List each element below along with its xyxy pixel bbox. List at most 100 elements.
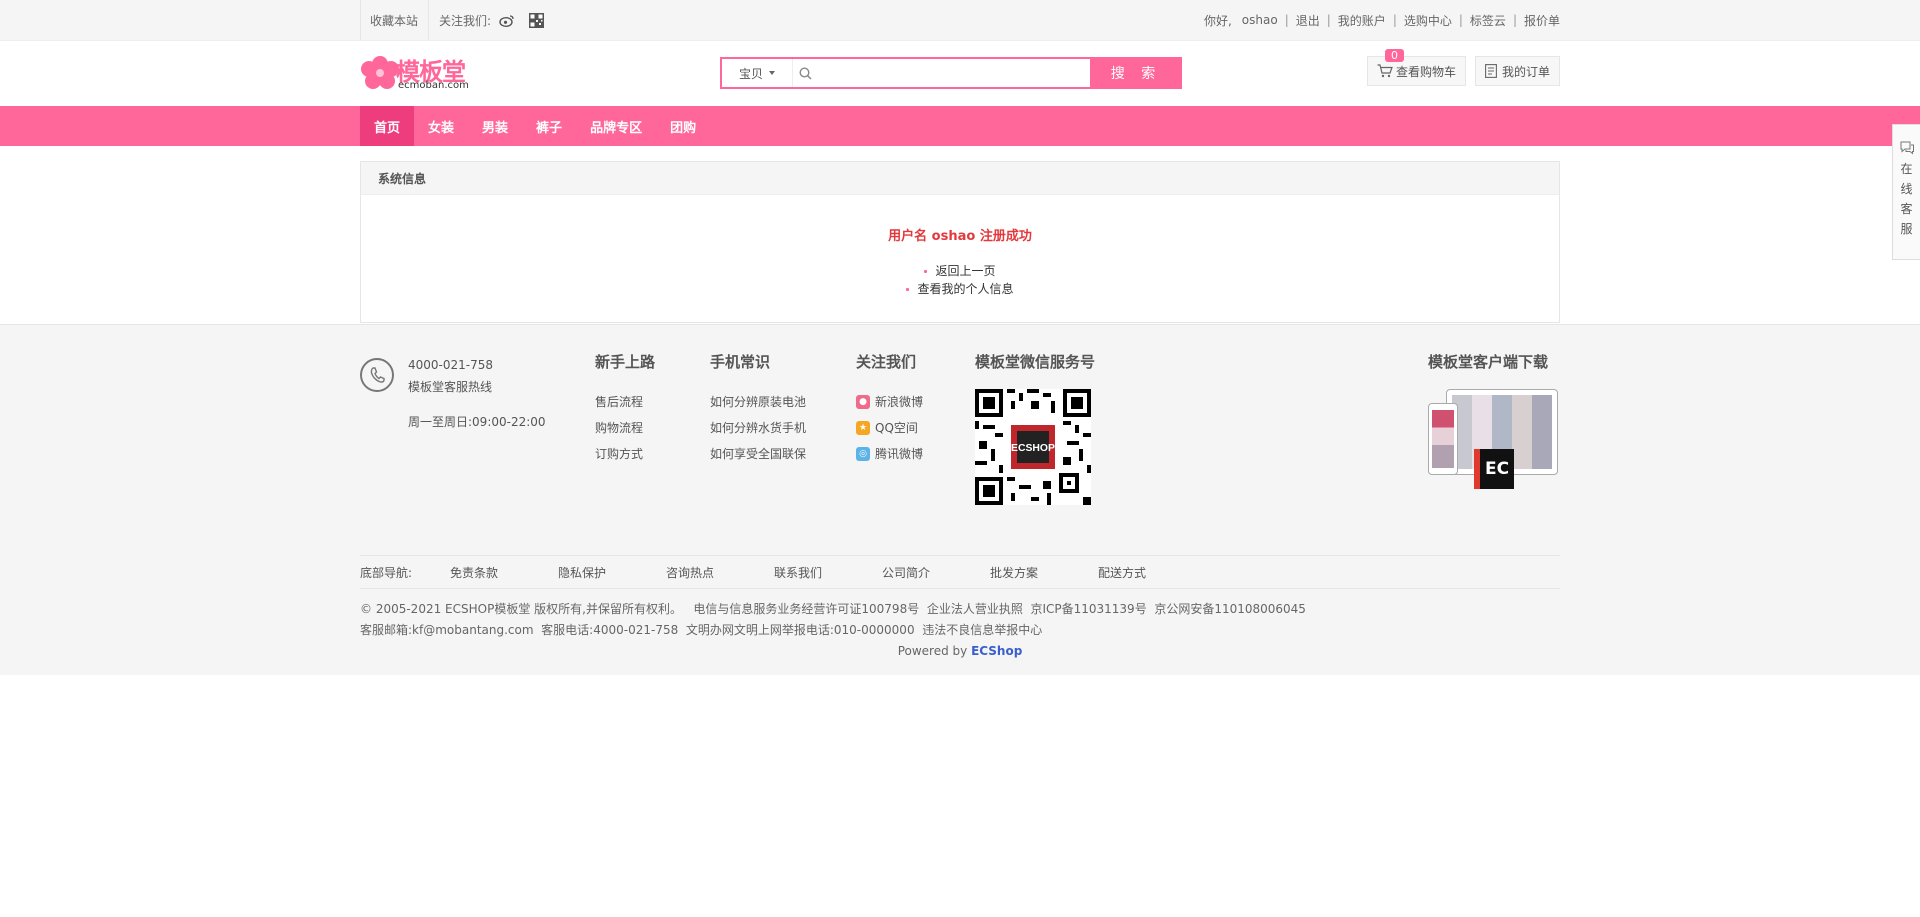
- footer-col-title: 关注我们: [856, 353, 917, 371]
- weibo-icon: ●: [856, 395, 870, 409]
- follow-us: 关注我们:: [428, 0, 554, 40]
- bottom-nav-label: 底部导航:: [360, 565, 413, 580]
- bookmark-link[interactable]: 收藏本站: [360, 0, 428, 40]
- footer-col-client: 模板堂客户端下载 EC: [1428, 351, 1560, 489]
- footer-link-warranty[interactable]: 如何享受全国联保: [710, 441, 806, 467]
- ecshop-link[interactable]: ECShop: [971, 644, 1022, 658]
- powered-by: Powered by ECShop: [360, 641, 1560, 662]
- bottom-nav-privacy[interactable]: 隐私保护: [558, 564, 666, 581]
- search-button[interactable]: 搜 索: [1090, 57, 1182, 89]
- my-orders-label: 我的订单: [1502, 64, 1551, 79]
- copyright-line-1: © 2005-2021 ECSHOP模板堂 版权所有,并保留所有权利。 电信与信…: [360, 602, 1306, 616]
- ec-badge-text: EC: [1484, 459, 1510, 479]
- powered-by-prefix: Powered by: [897, 644, 972, 658]
- my-account-link[interactable]: 我的账户: [1338, 12, 1386, 29]
- footer-link-qzone[interactable]: ★ QQ空间: [856, 415, 923, 441]
- separator: |: [1284, 13, 1289, 27]
- bottom-nav-hot-topics[interactable]: 咨询热点: [666, 564, 774, 581]
- footer-col-title: 新手上路: [595, 353, 656, 371]
- footer-link-battery[interactable]: 如何分辨原装电池: [710, 389, 806, 415]
- view-cart-button[interactable]: 0 查看购物车: [1367, 49, 1466, 86]
- my-orders-button[interactable]: 我的订单: [1475, 56, 1560, 86]
- footer-link-sina-weibo[interactable]: ● 新浪微博: [856, 389, 923, 415]
- quote-list-link[interactable]: 报价单: [1524, 12, 1560, 29]
- registration-success-message: 用户名 oshao 注册成功: [888, 229, 1032, 244]
- service-hours: 周一至周日:09:00-22:00: [408, 415, 546, 429]
- search-bar: 宝贝 搜 索: [720, 57, 1182, 89]
- tag-cloud-link[interactable]: 标签云: [1470, 12, 1506, 29]
- sina-weibo-label: 新浪微博: [875, 395, 924, 409]
- nav-item-group-buy[interactable]: 团购: [656, 106, 710, 146]
- shopping-center-link[interactable]: 选购中心: [1404, 12, 1452, 29]
- search-category-label: 宝贝: [738, 66, 763, 81]
- online-service-char: 线: [1900, 182, 1913, 196]
- nav-item-home[interactable]: 首页: [360, 106, 415, 146]
- online-service-char: 服: [1900, 222, 1913, 236]
- list-item: 返回上一页: [361, 262, 1559, 280]
- qrcode-icon[interactable]: [529, 12, 545, 28]
- site-logo[interactable]: 模板堂 ecmoban.com: [360, 53, 470, 95]
- bottom-nav-contact[interactable]: 联系我们: [774, 564, 882, 581]
- phone-image: [1428, 403, 1458, 475]
- tencent-weibo-label: 腾讯微博: [875, 447, 924, 461]
- wechat-qrcode: ECSHOP: [975, 389, 1091, 505]
- phone-icon: [360, 358, 394, 392]
- view-cart-label: 查看购物车: [1396, 64, 1457, 79]
- search-icon: [799, 66, 812, 80]
- header: 模板堂 ecmoban.com 宝贝 搜 索 0 查看购物车 我的订单: [0, 41, 1920, 106]
- greeting: 你好,: [1203, 13, 1232, 28]
- nav-item-men[interactable]: 男装: [468, 106, 522, 146]
- logout-link[interactable]: 退出: [1296, 12, 1320, 29]
- copyright: © 2005-2021 ECSHOP模板堂 版权所有,并保留所有权利。 电信与信…: [360, 599, 1560, 662]
- footer-col-phone-tips: 手机常识 如何分辨原装电池 如何分辨水货手机 如何享受全国联保: [710, 351, 806, 467]
- online-service-tab[interactable]: 在 线 客 服: [1892, 124, 1920, 260]
- footer-col-newbie: 新手上路 售后流程 购物流程 订购方式: [595, 351, 655, 467]
- online-service-char: 客: [1900, 202, 1913, 216]
- client-devices-image[interactable]: EC: [1428, 389, 1560, 489]
- footer-col-follow: 关注我们 ● 新浪微博 ★ QQ空间 ◎ 腾讯微博: [856, 351, 923, 467]
- username-link[interactable]: oshao: [1242, 13, 1278, 27]
- footer-link-after-sales[interactable]: 售后流程: [595, 389, 655, 415]
- qzone-label: QQ空间: [875, 421, 918, 435]
- footer-col-title: 手机常识: [710, 353, 771, 371]
- online-service-char: 在: [1900, 162, 1913, 176]
- footer-col-title: 模板堂客户端下载: [1428, 353, 1549, 371]
- separator: |: [1392, 13, 1397, 27]
- footer-link-grey-market[interactable]: 如何分辨水货手机: [710, 415, 806, 441]
- separator: |: [1326, 13, 1331, 27]
- main-nav: 首页 女装 男装 裤子 品牌专区 团购: [0, 106, 1920, 146]
- chevron-down-icon: [769, 71, 775, 75]
- hotline-number: 4000-021-758: [408, 358, 494, 372]
- tencent-weibo-icon: ◎: [856, 447, 870, 461]
- go-back-link[interactable]: 返回上一页: [935, 264, 995, 278]
- next-action-list: 返回上一页 查看我的个人信息: [361, 262, 1559, 298]
- cart-count-badge: 0: [1385, 49, 1404, 62]
- bottom-nav-delivery[interactable]: 配送方式: [1098, 564, 1206, 581]
- nav-item-pants[interactable]: 裤子: [522, 106, 576, 146]
- nav-item-women[interactable]: 女装: [414, 106, 468, 146]
- search-category-select[interactable]: 宝贝: [722, 59, 793, 87]
- bullet-icon: [906, 288, 910, 291]
- weibo-icon[interactable]: [499, 14, 515, 27]
- qzone-icon: ★: [856, 421, 870, 435]
- cart-icon: [1377, 64, 1393, 78]
- svg-text:ECSHOP: ECSHOP: [1011, 443, 1055, 454]
- user-links: 你好, oshao | 退出 | 我的账户 | 选购中心 | 标签云 | 报价单: [1204, 12, 1560, 29]
- list-item: 查看我的个人信息: [361, 280, 1559, 298]
- footer-link-tencent-weibo[interactable]: ◎ 腾讯微博: [856, 441, 923, 467]
- separator: |: [1458, 13, 1463, 27]
- footer-col-wechat: 模板堂微信服务号 ECSHOP: [975, 351, 1095, 505]
- bottom-nav-disclaimer[interactable]: 免责条款: [450, 564, 558, 581]
- footer-col-title: 模板堂微信服务号: [975, 353, 1096, 371]
- nav-item-brands[interactable]: 品牌专区: [576, 106, 656, 146]
- footer-link-shopping-flow[interactable]: 购物流程: [595, 415, 655, 441]
- bottom-nav-wholesale[interactable]: 批发方案: [990, 564, 1098, 581]
- footer-link-order-method[interactable]: 订购方式: [595, 441, 655, 467]
- copyright-line-2: 客服邮箱:kf@mobantang.com 客服电话:4000-021-758 …: [360, 623, 1043, 637]
- order-list-icon: [1485, 64, 1497, 78]
- search-input[interactable]: [818, 60, 1090, 86]
- ec-badge: EC: [1474, 449, 1514, 489]
- bottom-nav-about[interactable]: 公司简介: [882, 564, 990, 581]
- view-profile-link[interactable]: 查看我的个人信息: [917, 282, 1013, 296]
- bottom-nav: 底部导航: 免责条款 隐私保护 咨询热点 联系我们 公司简介 批发方案 配送方式: [360, 555, 1560, 589]
